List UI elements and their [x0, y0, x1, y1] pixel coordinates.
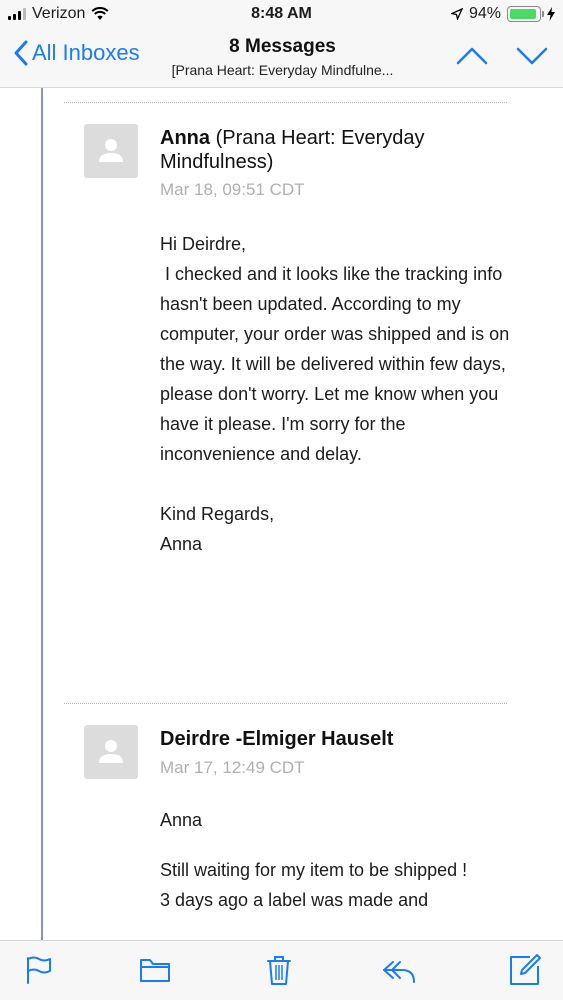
sender-name: Anna — [160, 127, 210, 149]
previous-message-button[interactable] — [455, 44, 489, 68]
status-right: 94% — [450, 5, 555, 23]
message-date: Mar 18, 09:51 CDT — [160, 180, 305, 199]
message-thread[interactable]: Anna (Prana Heart: Everyday Mindfulness)… — [0, 88, 563, 940]
trash-icon[interactable] — [262, 953, 296, 987]
charging-bolt-icon — [547, 7, 555, 21]
message-body: Anna Still waiting for my item to be shi… — [160, 805, 520, 915]
reply-icon[interactable] — [380, 953, 418, 987]
compose-icon[interactable] — [508, 953, 542, 987]
back-label: All Inboxes — [32, 40, 140, 65]
thread-indicator-line — [41, 88, 43, 940]
person-icon — [99, 139, 123, 162]
person-icon — [99, 740, 123, 763]
message-navigation — [455, 44, 549, 68]
location-arrow-icon — [450, 8, 463, 20]
battery-fill — [510, 9, 537, 19]
message-count-title: 8 Messages — [229, 36, 336, 57]
status-bar: Verizon 8:48 AM 94% — [0, 0, 563, 30]
message-paragraph: Hi Deirdre, I checked and it looks like … — [160, 234, 510, 464]
folder-icon[interactable] — [138, 953, 172, 987]
sender-line: Anna (Prana Heart: Everyday Mindfulness) — [160, 126, 520, 174]
flag-icon[interactable] — [22, 953, 56, 987]
message-paragraph: Still waiting for my item to be shipped … — [160, 860, 468, 910]
bottom-toolbar — [0, 940, 563, 1000]
battery-percent: 94% — [468, 5, 501, 22]
nav-bar: All Inboxes 8 Messages [Prana Heart: Eve… — [0, 30, 563, 88]
message-date: Mar 17, 12:49 CDT — [160, 758, 305, 777]
battery-icon — [507, 6, 544, 22]
message-greeting: Anna — [160, 810, 203, 830]
message-separator — [64, 703, 507, 704]
message-separator — [64, 102, 507, 103]
sender-name: Deirdre -Elmiger Hauselt — [160, 728, 394, 750]
thread-subject: [Prana Heart: Everyday Mindfulne... — [171, 62, 394, 78]
avatar — [84, 124, 138, 178]
message-body: Hi Deirdre, I checked and it looks like … — [160, 229, 520, 559]
avatar — [84, 725, 138, 779]
thread-title: 8 Messages [Prana Heart: Everyday Mindfu… — [150, 36, 415, 78]
sender-line: Deirdre -Elmiger Hauselt — [160, 727, 520, 751]
back-button[interactable]: All Inboxes — [14, 40, 140, 66]
next-message-button[interactable] — [515, 44, 549, 68]
chevron-left-icon — [14, 40, 28, 66]
message-signature: Kind Regards, Anna — [160, 504, 275, 554]
